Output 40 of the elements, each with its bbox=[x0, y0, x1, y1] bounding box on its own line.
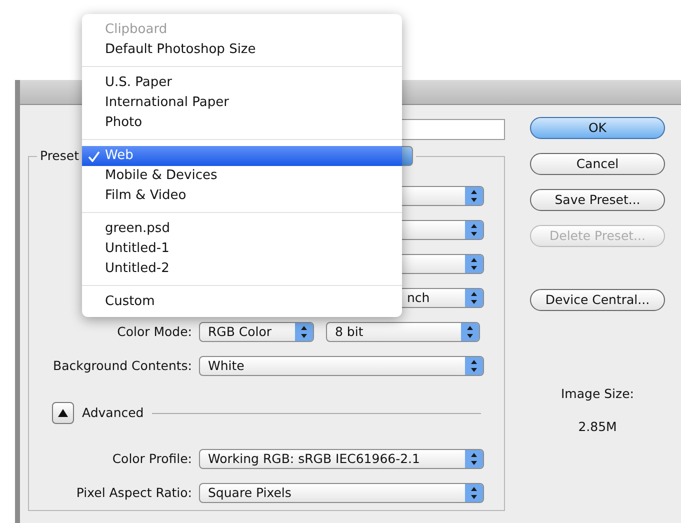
button[interactable]: Save Preset... bbox=[530, 189, 665, 211]
color-mode-dropdown[interactable]: RGB Color bbox=[199, 322, 314, 342]
field-label: Pixel Aspect Ratio: bbox=[75, 484, 193, 502]
dropdown[interactable]: Working RGB: sRGB IEC61966-2.1 bbox=[199, 449, 484, 469]
stepper-arrows-icon bbox=[461, 323, 479, 341]
menu-item[interactable]: Untitled-2 bbox=[82, 259, 402, 279]
stepper-arrows-icon bbox=[465, 255, 483, 273]
field-label: Color Mode: bbox=[116, 322, 193, 341]
dropdown[interactable]: Square Pixels bbox=[199, 483, 484, 503]
background-dropdown[interactable]: White bbox=[199, 356, 484, 376]
field-label: Color Profile: bbox=[111, 450, 193, 468]
button[interactable]: Device Central... bbox=[530, 289, 665, 311]
stepper-arrows-icon bbox=[295, 323, 313, 341]
menu-item[interactable]: Mobile & Devices bbox=[82, 166, 402, 186]
menu-item[interactable]: Web bbox=[82, 146, 402, 166]
stepper-arrows-icon bbox=[465, 357, 483, 375]
menu-item[interactable]: International Paper bbox=[82, 93, 402, 113]
stepper-arrows-icon bbox=[465, 450, 483, 468]
menu-item[interactable]: green.psd bbox=[82, 219, 402, 239]
preset-label: Preset bbox=[40, 147, 79, 165]
button[interactable]: Cancel bbox=[530, 153, 665, 175]
menu-item[interactable]: Untitled-1 bbox=[82, 239, 402, 259]
menu-item[interactable]: U.S. Paper bbox=[82, 73, 402, 93]
bit-depth-dropdown[interactable]: 8 bit bbox=[326, 322, 480, 342]
stepper-arrows-icon bbox=[465, 187, 483, 205]
button: Delete Preset... bbox=[530, 225, 665, 247]
menu-item[interactable]: Film & Video bbox=[82, 186, 402, 206]
stepper-arrows-icon bbox=[465, 221, 483, 239]
check-icon bbox=[88, 151, 100, 162]
menu-item[interactable]: Default Photoshop Size bbox=[82, 40, 402, 60]
advanced-label: Advanced bbox=[82, 404, 144, 422]
up-triangle-icon bbox=[58, 409, 68, 417]
image-size-label: Image Size: bbox=[560, 385, 635, 403]
disclosure-button[interactable] bbox=[52, 402, 74, 424]
button[interactable]: OK bbox=[530, 117, 665, 139]
stepper-arrows-icon bbox=[465, 484, 483, 502]
stepper-arrows-icon bbox=[465, 289, 483, 307]
image-size-value: 2.85M bbox=[577, 418, 618, 436]
menu-item[interactable]: Photo bbox=[82, 113, 402, 133]
field-label: Background Contents: bbox=[52, 356, 193, 375]
